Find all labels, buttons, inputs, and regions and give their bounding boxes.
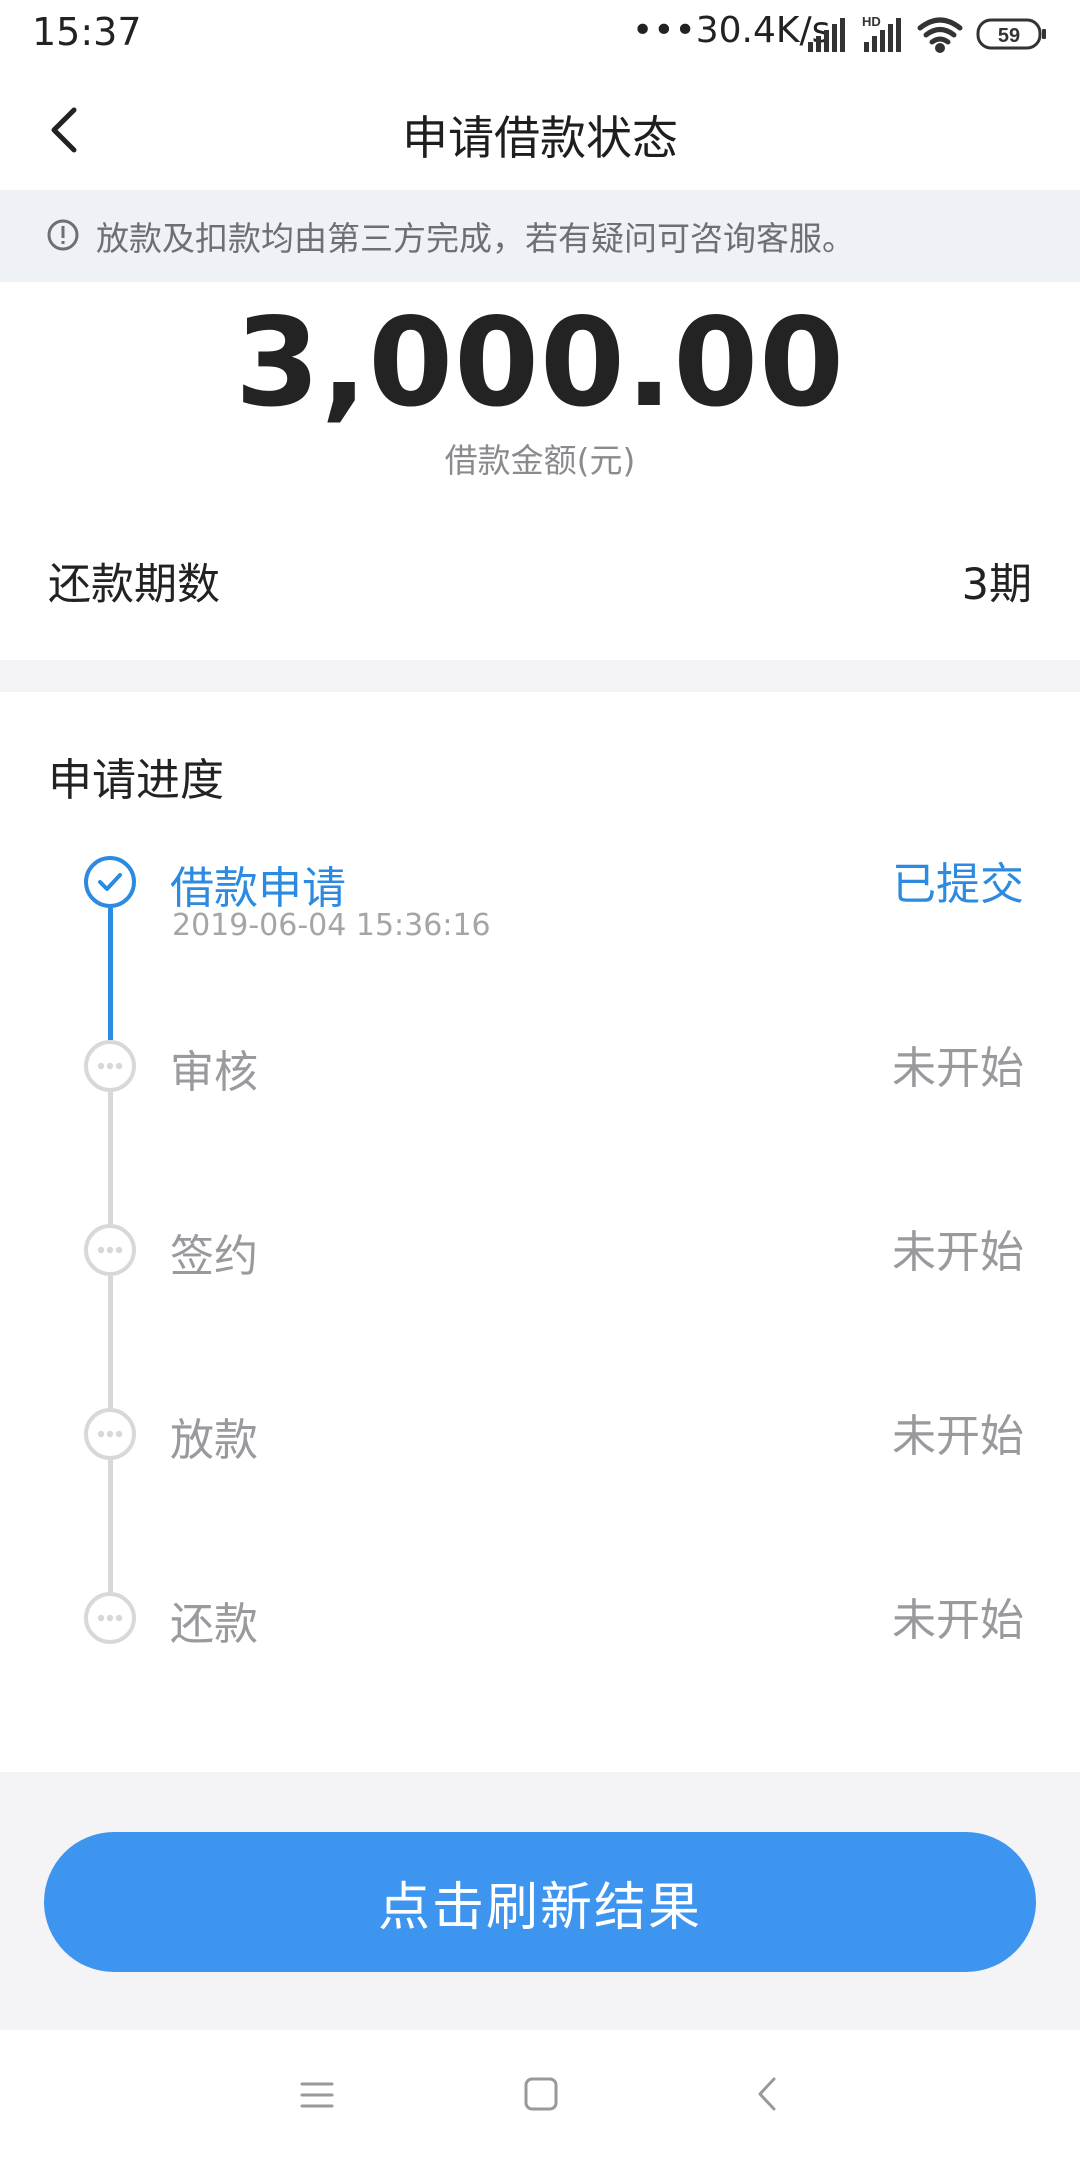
step-status: 未开始: [892, 1595, 1024, 1646]
step-name: 审核: [170, 1047, 258, 1098]
signal-icon: [808, 18, 845, 52]
repayment-term-value: 3期: [961, 560, 1032, 610]
step-status: 已提交: [892, 859, 1024, 910]
refresh-result-button[interactable]: 点击刷新结果: [44, 1832, 1036, 1972]
step-name: 签约: [170, 1231, 258, 1282]
status-icons: HD 59: [808, 14, 1046, 53]
battery-icon: 59: [976, 18, 1046, 50]
step-timestamp: 2019-06-04 15:36:16: [172, 908, 491, 943]
repayment-term-label: 还款期数: [48, 560, 220, 610]
step-connector: [108, 908, 113, 1040]
system-nav-bar: [0, 2030, 1080, 2160]
step-connector: [108, 1276, 113, 1408]
status-time: 15:37: [32, 10, 142, 54]
step-name: 还款: [170, 1599, 258, 1650]
step-connector: [108, 1460, 113, 1592]
svg-text:HD: HD: [862, 14, 881, 29]
step-name: 借款申请: [170, 863, 346, 914]
loan-amount-label: 借款金额(元): [444, 441, 636, 480]
step-name: 放款: [170, 1415, 258, 1466]
pending-circle-icon: [84, 1592, 136, 1644]
step-connector: [108, 1092, 113, 1224]
notice-text: 放款及扣款均由第三方完成，若有疑问可咨询客服。: [96, 219, 855, 258]
pending-circle-icon: [84, 1224, 136, 1276]
loan-amount: 3,000.00: [234, 292, 846, 434]
home-icon[interactable]: [523, 2076, 559, 2112]
progress-title: 申请进度: [48, 755, 224, 806]
back-nav-icon[interactable]: [752, 2076, 782, 2112]
svg-text:59: 59: [998, 25, 1020, 47]
wifi-icon: [917, 17, 963, 53]
menu-icon[interactable]: [300, 2078, 334, 2112]
pending-circle-icon: [84, 1408, 136, 1460]
network-speed: •••30.4K/s: [632, 10, 831, 51]
step-status: 未开始: [892, 1227, 1024, 1278]
hd-signal-icon: HD: [862, 14, 901, 52]
step-status: 未开始: [892, 1411, 1024, 1462]
step-status: 未开始: [892, 1043, 1024, 1094]
page-title: 申请借款状态: [402, 111, 678, 165]
pending-circle-icon: [84, 1040, 136, 1092]
check-circle-icon: [84, 856, 136, 908]
info-icon: [47, 219, 79, 251]
